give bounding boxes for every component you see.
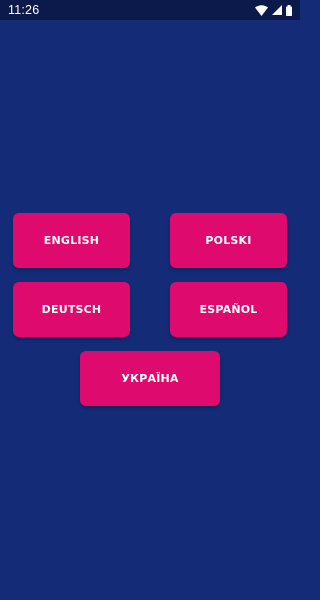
english-button-label: ENGLISH	[43, 234, 100, 247]
ukraina-button[interactable]: УКРАЇНА	[80, 351, 220, 406]
wifi-icon	[255, 4, 268, 16]
status-icons	[255, 4, 292, 16]
polski-button[interactable]: POLSKI	[170, 213, 287, 268]
status-bar: 11:26	[0, 0, 300, 20]
status-time: 11:26	[8, 3, 40, 17]
signal-icon	[272, 5, 282, 15]
polski-button-label: POLSKI	[205, 234, 252, 247]
deutsch-button[interactable]: DEUTSCH	[13, 282, 130, 337]
espanol-button[interactable]: ESPAÑOL	[170, 282, 287, 337]
battery-icon	[286, 4, 292, 16]
espanol-button-label: ESPAÑOL	[199, 303, 258, 316]
deutsch-button-label: DEUTSCH	[41, 303, 102, 316]
english-button[interactable]: ENGLISH	[13, 213, 130, 268]
ukraina-button-label: УКРАЇНА	[121, 372, 179, 385]
